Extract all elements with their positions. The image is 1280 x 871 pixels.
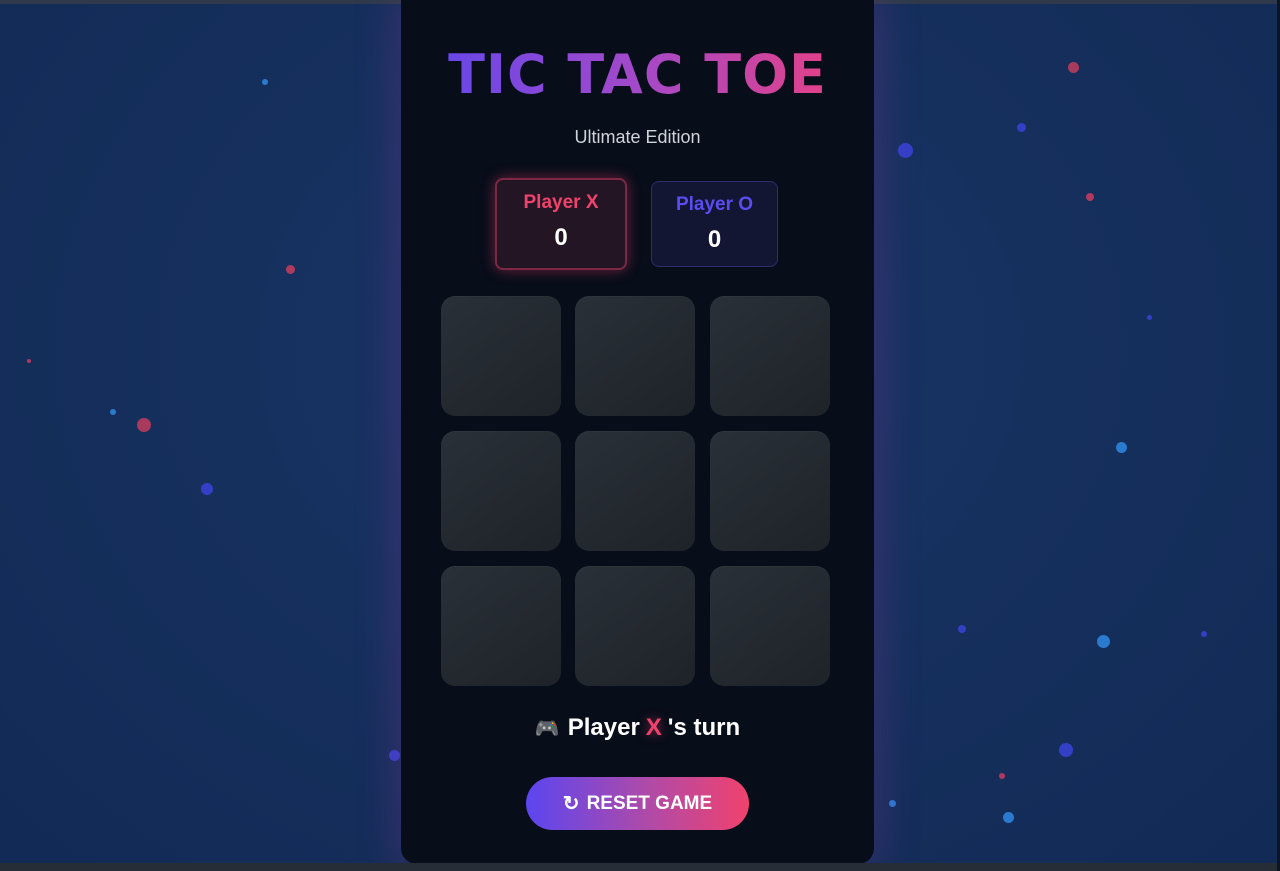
board-cell-3[interactable] xyxy=(710,296,830,416)
turn-status: 🎮 Player X's turn xyxy=(401,714,874,742)
board-cell-4[interactable] xyxy=(441,431,561,551)
particle xyxy=(889,800,896,807)
window-bottom-bar xyxy=(0,863,1280,871)
score-card-player-o: Player O 0 xyxy=(651,181,778,267)
particle xyxy=(1003,812,1014,823)
particle xyxy=(1068,62,1079,73)
reset-game-label: RESET GAME xyxy=(586,792,713,814)
refresh-icon: ↻ xyxy=(562,793,580,815)
score-value-player-x: 0 xyxy=(554,224,568,251)
particle xyxy=(1116,442,1127,453)
board-cell-7[interactable] xyxy=(441,566,561,686)
board-cell-6[interactable] xyxy=(710,431,830,551)
reset-game-button[interactable]: ↻ RESET GAME xyxy=(526,777,749,830)
score-card-player-x: Player X 0 xyxy=(495,178,627,270)
game-card: TIC TAC TOE Ultimate Edition Player X 0 … xyxy=(401,0,874,864)
particle xyxy=(898,143,913,158)
current-player-mark: X xyxy=(645,714,662,741)
particle xyxy=(1201,631,1207,637)
particle xyxy=(1059,743,1073,757)
score-label-player-o: Player O xyxy=(675,194,754,215)
particle xyxy=(1086,193,1094,201)
particle xyxy=(262,79,268,85)
particle xyxy=(27,359,31,363)
particle xyxy=(201,483,213,495)
gamepad-icon: 🎮 xyxy=(534,718,560,740)
turn-status-suffix: 's turn xyxy=(667,714,741,741)
particle xyxy=(286,265,295,274)
particle xyxy=(1017,123,1026,132)
particle xyxy=(1147,315,1152,320)
particle xyxy=(1097,635,1110,648)
turn-status-prefix: Player xyxy=(567,714,640,741)
board-cell-8[interactable] xyxy=(575,566,695,686)
board-cell-1[interactable] xyxy=(441,296,561,416)
particle xyxy=(958,625,966,633)
particle xyxy=(110,409,116,415)
particle xyxy=(389,750,400,761)
game-title: TIC TAC TOE xyxy=(401,44,874,106)
score-label-player-x: Player X xyxy=(523,192,599,213)
game-subtitle: Ultimate Edition xyxy=(574,127,701,147)
board-cell-9[interactable] xyxy=(710,566,830,686)
board-cell-5[interactable] xyxy=(575,431,695,551)
particle xyxy=(999,773,1005,779)
score-value-player-o: 0 xyxy=(707,226,722,253)
particle xyxy=(137,418,151,432)
board-cell-2[interactable] xyxy=(575,296,695,416)
